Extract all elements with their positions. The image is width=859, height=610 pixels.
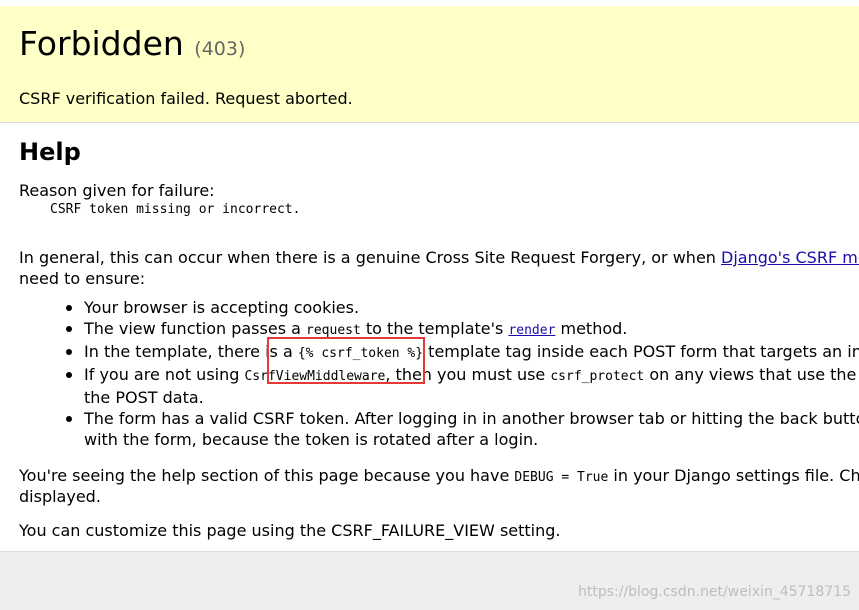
django-csrf-docs-link[interactable]: Django's CSRF mecha bbox=[721, 248, 859, 267]
customize-note: You can customize this page using the CS… bbox=[19, 521, 561, 540]
request-code: request bbox=[306, 323, 361, 338]
general-text: In general, this can occur when there is… bbox=[19, 248, 722, 267]
general-explanation: In general, this can occur when there is… bbox=[19, 247, 859, 268]
page-title: Forbidden (403) bbox=[19, 26, 245, 67]
annotation-highlight-box bbox=[267, 337, 425, 384]
render-link[interactable]: render bbox=[508, 323, 555, 338]
error-message: CSRF verification failed. Request aborte… bbox=[19, 89, 353, 108]
status-code: (403) bbox=[194, 38, 246, 60]
debug-setting-code: DEBUG = True bbox=[514, 470, 609, 485]
watermark: https://blog.csdn.net/weixin_45718715 bbox=[577, 584, 851, 600]
general-continuation: need to ensure: bbox=[19, 269, 146, 288]
reason-label: Reason given for failure: bbox=[19, 181, 215, 200]
checklist: Your browser is accepting cookies. The v… bbox=[0, 297, 859, 450]
list-item: Your browser is accepting cookies. bbox=[0, 297, 859, 318]
list-item: If you are not using CsrfViewMiddleware,… bbox=[0, 364, 859, 408]
reason-text: CSRF token missing or incorrect. bbox=[50, 202, 301, 217]
list-item: The view function passes a request to th… bbox=[0, 318, 859, 341]
debug-note-continuation: displayed. bbox=[19, 487, 101, 506]
debug-note: You're seeing the help section of this p… bbox=[19, 466, 859, 485]
csrf-protect-code: csrf_protect bbox=[550, 369, 645, 384]
help-section: Help Reason given for failure: CSRF toke… bbox=[0, 123, 859, 552]
list-item: The form has a valid CSRF token. After l… bbox=[0, 408, 859, 450]
error-summary: Forbidden (403) CSRF verification failed… bbox=[0, 6, 859, 123]
title-text: Forbidden bbox=[19, 24, 184, 63]
list-item: In the template, there is a {% csrf_toke… bbox=[0, 341, 859, 364]
help-heading: Help bbox=[19, 138, 81, 166]
